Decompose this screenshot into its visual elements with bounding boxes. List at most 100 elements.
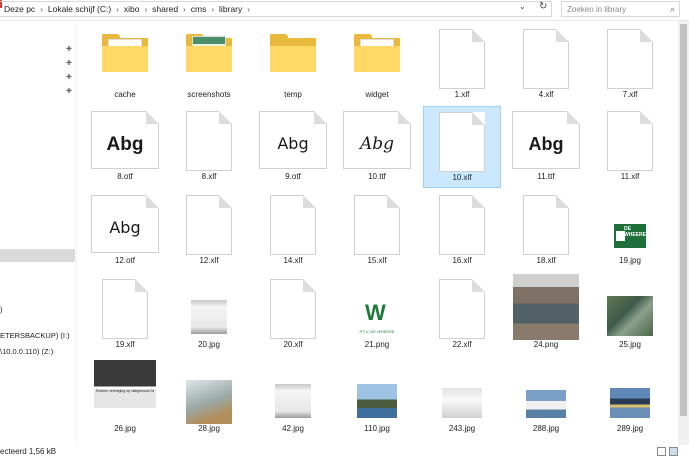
- file-item[interactable]: 22.xlf: [423, 274, 501, 356]
- file-item[interactable]: 288.jpg: [507, 358, 585, 440]
- file-item[interactable]: 20.xlf: [254, 274, 332, 356]
- file-item[interactable]: Abg 9.otf: [254, 106, 332, 188]
- scrollbar-thumb[interactable]: [680, 24, 687, 416]
- nav-selected-item[interactable]: [0, 249, 75, 262]
- file-page-icon: [607, 29, 653, 89]
- chevron-right-icon[interactable]: ›: [183, 5, 186, 14]
- page-fold: [219, 111, 232, 124]
- file-item[interactable]: 110.jpg: [338, 358, 416, 440]
- search-box[interactable]: Zoeken in library ⌕: [561, 1, 680, 17]
- chevron-right-icon[interactable]: ›: [144, 5, 147, 14]
- details-view-icon[interactable]: [657, 447, 666, 456]
- file-item[interactable]: 15.xlf: [338, 190, 416, 272]
- file-name: 110.jpg: [364, 424, 390, 433]
- pane-divider[interactable]: [76, 21, 77, 445]
- image-thumbnail: [191, 300, 227, 334]
- crumb-library[interactable]: library: [219, 4, 242, 14]
- file-name: 20.xlf: [283, 340, 303, 349]
- file-name: 8.otf: [117, 172, 133, 181]
- pin-icon[interactable]: ✚: [66, 87, 72, 95]
- file-page-icon: Abg: [91, 195, 159, 253]
- chevron-right-icon[interactable]: ›: [116, 5, 119, 14]
- file-item[interactable]: 19.xlf: [86, 274, 164, 356]
- file-page-icon: [523, 29, 569, 89]
- file-item[interactable]: Abg 11.ttf: [507, 106, 585, 188]
- chevron-right-icon[interactable]: ›: [247, 5, 250, 14]
- file-page-icon: [439, 279, 485, 339]
- file-name: 11.ttf: [537, 172, 555, 181]
- file-name: 288.jpg: [532, 424, 560, 433]
- file-name: 26.jpg: [114, 424, 136, 433]
- file-item[interactable]: Roeiers vereniging op vlakgebouw De Whee…: [86, 358, 164, 440]
- crumb-local-disk[interactable]: Lokale schijf (C:): [48, 4, 111, 14]
- breadcrumb[interactable]: Deze pc › Lokale schijf (C:) › xibo › sh…: [0, 1, 552, 17]
- pin-icon[interactable]: ✚: [66, 59, 72, 67]
- file-item[interactable]: cache: [86, 24, 164, 106]
- file-item[interactable]: 243.jpg: [423, 358, 501, 440]
- large-icons-view-icon[interactable]: [669, 447, 678, 456]
- file-name: 4.xlf: [538, 90, 554, 99]
- file-item[interactable]: Abg 8.otf: [86, 106, 164, 188]
- file-item[interactable]: 18.xlf: [507, 190, 585, 272]
- file-page-icon: [607, 111, 653, 171]
- page-fold: [556, 29, 569, 42]
- page-fold: [303, 195, 316, 208]
- file-name: 1.xlf: [454, 90, 470, 99]
- page-fold: [387, 195, 400, 208]
- crumb-this-pc[interactable]: Deze pc: [4, 4, 35, 14]
- file-name: 10.ttf: [368, 172, 386, 181]
- image-thumbnail: [442, 388, 482, 418]
- file-name: 25.jpg: [619, 340, 641, 349]
- file-item[interactable]: temp: [254, 24, 332, 106]
- file-item[interactable]: 289.jpg: [591, 358, 669, 440]
- file-item[interactable]: 10.xlf: [423, 106, 501, 188]
- image-thumbnail: DE WHEERE: [614, 224, 646, 248]
- file-page-icon: [186, 195, 232, 255]
- file-item[interactable]: 24.png: [507, 274, 585, 356]
- crumb-cms[interactable]: cms: [191, 4, 207, 14]
- file-name: 10.xlf: [452, 173, 472, 182]
- sign-text: DE WHEERE: [624, 226, 646, 238]
- folder-icon: [186, 34, 232, 72]
- file-name: 22.xlf: [452, 340, 472, 349]
- nav-item-backup-drive[interactable]: ETERSBACKUP) (I:): [0, 331, 70, 340]
- history-dropdown-icon[interactable]: ⌄: [519, 2, 526, 11]
- crumb-shared[interactable]: shared: [152, 4, 178, 14]
- file-item[interactable]: 16.xlf: [423, 190, 501, 272]
- pin-icon[interactable]: ✚: [66, 73, 72, 81]
- file-name: 11.xlf: [620, 172, 640, 181]
- file-item[interactable]: 11.xlf: [591, 106, 669, 188]
- file-name: 12.xlf: [199, 256, 219, 265]
- file-item[interactable]: W P.T.V. DE WHEERE 21.png: [338, 274, 416, 356]
- page-fold: [135, 279, 148, 292]
- file-item[interactable]: 14.xlf: [254, 190, 332, 272]
- image-thumbnail: [275, 384, 311, 418]
- file-item[interactable]: 42.jpg: [254, 358, 332, 440]
- file-item[interactable]: screenshots: [170, 24, 248, 106]
- file-item[interactable]: Abg 12.otf: [86, 190, 164, 272]
- file-item[interactable]: widget: [338, 24, 416, 106]
- file-item[interactable]: 25.jpg: [591, 274, 669, 356]
- file-name: 24.png: [533, 340, 559, 349]
- file-item[interactable]: 12.xlf: [170, 190, 248, 272]
- status-text: ecteerd 1,56 kB: [0, 447, 57, 456]
- file-item[interactable]: 4.xlf: [507, 24, 585, 106]
- file-item[interactable]: DE WHEERE 19.jpg: [591, 190, 669, 272]
- pin-icon[interactable]: ✚: [66, 45, 72, 53]
- file-item[interactable]: 8.xlf: [170, 106, 248, 188]
- chevron-right-icon[interactable]: ›: [40, 5, 43, 14]
- image-thumbnail: [526, 390, 566, 418]
- file-item[interactable]: 7.xlf: [591, 24, 669, 106]
- chevron-right-icon[interactable]: ›: [211, 5, 214, 14]
- nav-item-paren[interactable]: ): [0, 305, 3, 314]
- file-item[interactable]: Abg 10.ttf: [338, 106, 416, 188]
- nav-item-network-drive[interactable]: \10.0.0.110) (Z:): [0, 347, 53, 356]
- file-item[interactable]: 1.xlf: [423, 24, 501, 106]
- file-name: 21.png: [364, 340, 390, 349]
- crumb-xibo[interactable]: xibo: [124, 4, 140, 14]
- refresh-icon[interactable]: ↻: [539, 1, 547, 12]
- file-item[interactable]: 28.jpg: [170, 358, 248, 440]
- search-icon[interactable]: ⌕: [670, 4, 675, 15]
- file-item[interactable]: 20.jpg: [170, 274, 248, 356]
- page-fold: [556, 195, 569, 208]
